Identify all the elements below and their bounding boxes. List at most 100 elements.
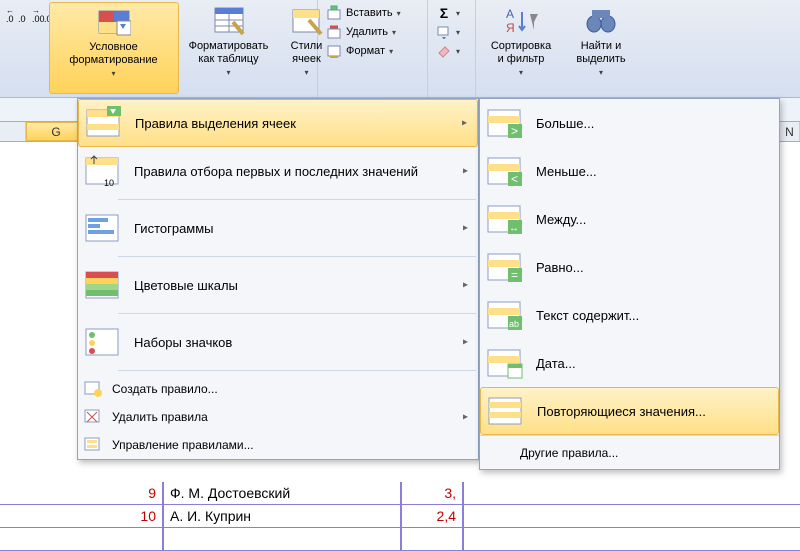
- submenu-arrow-icon: ▸: [462, 118, 467, 129]
- menu-highlight-rules[interactable]: Правила выделения ячеек ▸: [78, 99, 478, 147]
- menu-label: Текст содержит...: [536, 308, 639, 323]
- menu-manage-rules[interactable]: Управление правилами...: [78, 431, 478, 459]
- date-icon: [484, 344, 526, 382]
- between-icon: ↔: [484, 200, 526, 238]
- svg-text:.00: .00: [32, 14, 45, 24]
- submenu-more-rules[interactable]: Другие правила...: [480, 435, 779, 469]
- dropdown-icon: ▾: [304, 66, 308, 79]
- menu-label: Другие правила...: [520, 446, 618, 460]
- ribbon: ←.0.00 →.00.0 Условное форматирование▾ Ф…: [0, 0, 800, 98]
- conditional-formatting-menu: Правила выделения ячеек ▸ 10 Правила отб…: [77, 98, 479, 460]
- sort-filter-button[interactable]: АЯ Сортировка и фильтр▾: [480, 2, 562, 94]
- format-icon: [326, 43, 342, 59]
- table-row[interactable]: 9 Ф. М. Достоевский 3,: [0, 482, 800, 505]
- find-select-button[interactable]: Найти и выделить▾: [562, 2, 640, 94]
- colhdr-blank[interactable]: [0, 122, 26, 141]
- autosum-button[interactable]: Σ▾: [436, 5, 467, 21]
- submenu-duplicate-values[interactable]: Повторяющиеся значения...: [480, 387, 779, 435]
- menu-clear-rules[interactable]: Удалить правила ▸: [78, 403, 478, 431]
- menu-top-bottom-rules[interactable]: 10 Правила отбора первых и последних зна…: [78, 147, 478, 195]
- button-label: Найти и выделить: [576, 40, 625, 66]
- colhdr-n[interactable]: N: [780, 122, 800, 141]
- menu-data-bars[interactable]: Гистограммы ▸: [78, 204, 478, 252]
- submenu-arrow-icon: ▸: [463, 412, 468, 423]
- binoculars-icon: [584, 4, 618, 38]
- cell-text[interactable]: Ф. М. Достоевский: [164, 482, 402, 504]
- dropdown-icon: ▾: [456, 28, 460, 37]
- menu-icon-sets[interactable]: Наборы значков ▸: [78, 318, 478, 366]
- cell-rownum[interactable]: [0, 528, 164, 550]
- menu-label: Создать правило...: [112, 382, 218, 396]
- highlight-rules-icon: [83, 104, 125, 142]
- svg-text:Я: Я: [506, 21, 515, 35]
- menu-label: Наборы значков: [134, 335, 232, 350]
- cell-text[interactable]: [164, 528, 402, 550]
- submenu-date-occurring[interactable]: Дата...: [480, 339, 779, 387]
- dropdown-icon: ▾: [389, 47, 393, 56]
- new-rule-icon: [82, 379, 104, 399]
- format-button[interactable]: Формат ▾: [326, 43, 419, 59]
- svg-text:<: <: [511, 172, 518, 186]
- submenu-greater-than[interactable]: > Больше...: [480, 99, 779, 147]
- styles-group: Условное форматирование▾ Форматировать к…: [66, 0, 318, 97]
- svg-text:.0: .0: [6, 14, 14, 24]
- format-table-icon: [212, 4, 246, 38]
- dropdown-icon: ▾: [111, 67, 115, 80]
- button-label: Сортировка и фильтр: [491, 40, 551, 66]
- submenu-text-contains[interactable]: ab Текст содержит...: [480, 291, 779, 339]
- format-as-table-button[interactable]: Форматировать как таблицу▾: [179, 2, 279, 94]
- submenu-arrow-icon: ▸: [463, 337, 468, 348]
- top-bottom-icon: 10: [82, 152, 124, 190]
- data-bars-icon: [82, 209, 124, 247]
- dropdown-icon: ▾: [456, 47, 460, 56]
- dropdown-icon: ▾: [392, 28, 396, 37]
- menu-label: Удалить правила: [112, 410, 208, 424]
- submenu-equal-to[interactable]: = Равно...: [480, 243, 779, 291]
- cells-group: Вставить ▾ Удалить ▾ Формат ▾: [318, 0, 428, 97]
- button-label: Условное форматирование: [69, 41, 157, 67]
- fill-button[interactable]: ▾: [436, 24, 467, 40]
- cell-value[interactable]: [402, 528, 464, 550]
- svg-text:=: =: [511, 268, 518, 282]
- cell-value[interactable]: 3,: [402, 482, 464, 504]
- increase-decimal-button[interactable]: ←.0.00: [6, 4, 26, 26]
- menu-new-rule[interactable]: Создать правило...: [78, 375, 478, 403]
- delete-button[interactable]: Удалить ▾: [326, 24, 419, 40]
- dropdown-icon: ▾: [226, 66, 230, 79]
- icon-sets-icon: [82, 323, 124, 361]
- clear-button[interactable]: ▾: [436, 43, 467, 59]
- dropdown-icon: ▾: [456, 9, 460, 18]
- cell-rownum[interactable]: 9: [0, 482, 164, 504]
- cell-text[interactable]: А. И. Куприн: [164, 505, 402, 527]
- equal-to-icon: =: [484, 248, 526, 286]
- insert-button[interactable]: Вставить ▾: [326, 5, 419, 21]
- submenu-between[interactable]: ↔ Между...: [480, 195, 779, 243]
- table-row[interactable]: [0, 528, 800, 551]
- svg-text:↔: ↔: [509, 223, 519, 234]
- submenu-less-than[interactable]: < Меньше...: [480, 147, 779, 195]
- button-label: Удалить: [346, 26, 388, 38]
- dropdown-icon: ▾: [599, 66, 603, 79]
- find-sort-group: АЯ Сортировка и фильтр▾ Найти и выделить…: [476, 0, 644, 97]
- menu-label: Равно...: [536, 260, 584, 275]
- menu-color-scales[interactable]: Цветовые шкалы ▸: [78, 261, 478, 309]
- table-row[interactable]: 10 А. И. Куприн 2,4: [0, 505, 800, 528]
- menu-label: Между...: [536, 212, 586, 227]
- button-label: Форматировать как таблицу: [189, 40, 269, 66]
- sigma-icon: Σ: [436, 5, 452, 21]
- conditional-formatting-button[interactable]: Условное форматирование▾: [49, 2, 179, 94]
- insert-icon: [326, 5, 342, 21]
- submenu-arrow-icon: ▸: [463, 223, 468, 234]
- cell-value[interactable]: 2,4: [402, 505, 464, 527]
- submenu-arrow-icon: ▸: [463, 166, 468, 177]
- duplicate-values-icon: [485, 392, 527, 430]
- svg-text:.00: .00: [18, 14, 26, 24]
- svg-text:10: 10: [104, 178, 114, 188]
- svg-text:>: >: [511, 124, 518, 138]
- delete-icon: [326, 24, 342, 40]
- menu-label: Повторяющиеся значения...: [537, 404, 706, 419]
- highlight-rules-submenu: > Больше... < Меньше... ↔ Между... = Рав…: [479, 98, 780, 470]
- editing-mini-group: Σ▾ ▾ ▾: [428, 0, 476, 97]
- menu-label: Цветовые шкалы: [134, 278, 238, 293]
- cell-rownum[interactable]: 10: [0, 505, 164, 527]
